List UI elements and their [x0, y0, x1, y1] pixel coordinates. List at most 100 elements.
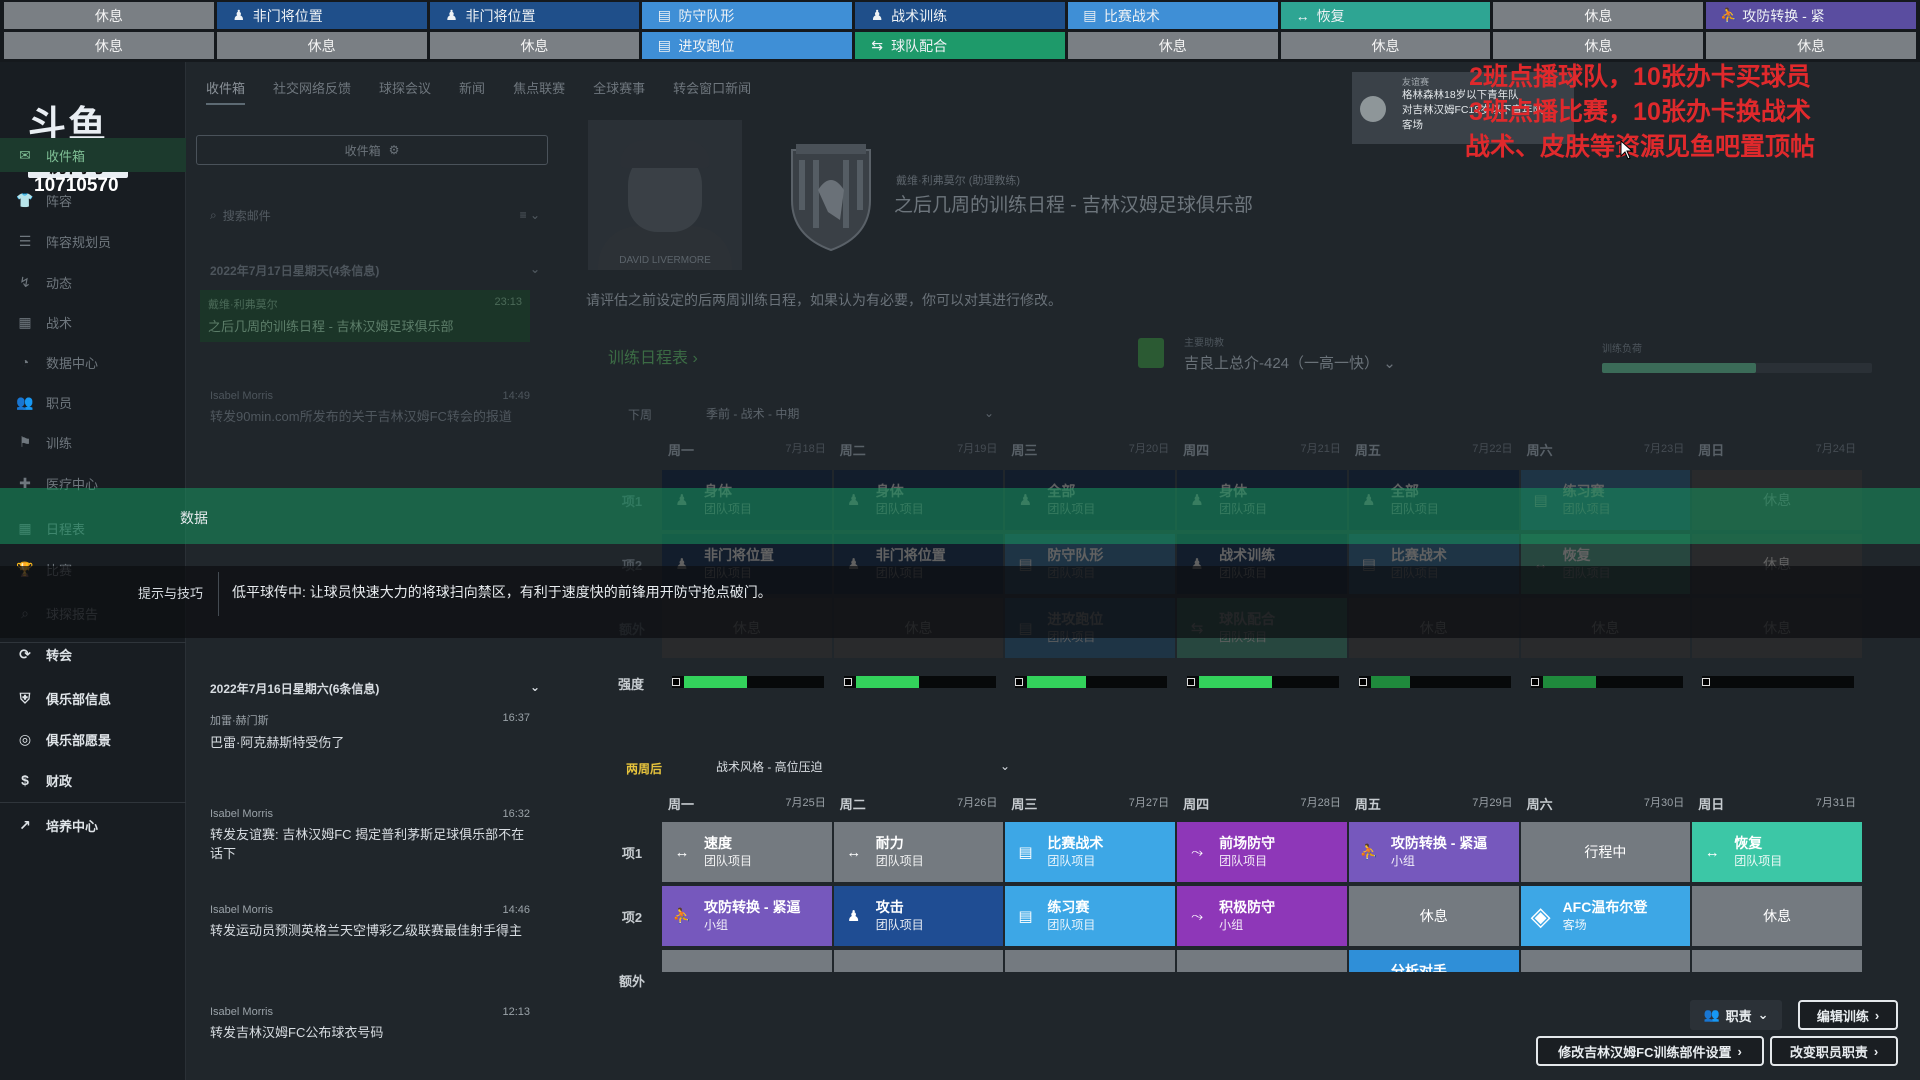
top-schedule-session[interactable]: 休息 — [1493, 32, 1704, 59]
sidebar-item[interactable]: ↗ 培养中心 — [0, 808, 186, 842]
sidebar-item[interactable]: ◎ 俱乐部愿景 — [0, 722, 186, 756]
schedule-link[interactable]: 训练日程表 › — [608, 344, 698, 368]
week2-day-headers: 周一 7月25日 周二 7月26日 周三 7月27日 周四 7月28日 周五 7月29日 周六 7月3… — [662, 794, 1862, 813]
tab-3[interactable]: 新闻 — [459, 78, 485, 105]
message-time: 14:49 — [502, 390, 530, 402]
top-schedule-session[interactable]: ♟ 非门将位置 — [429, 2, 640, 29]
sidebar-divider — [0, 802, 186, 803]
session-cell-rest[interactable]: 休息 — [1348, 886, 1519, 946]
top-schedule-session[interactable]: 休息 — [216, 32, 427, 59]
top-schedule-session[interactable]: 休息 — [1493, 2, 1704, 29]
inbox-button-label: 收件箱 — [344, 143, 381, 158]
top-schedule-session[interactable]: ♟ 非门将位置 — [216, 2, 427, 29]
two-weeks-select[interactable]: 战术风格 - 高位压迫 ⌄ — [712, 754, 1014, 778]
session-cell-rest[interactable]: 休息 — [833, 950, 1004, 972]
top-schedule-session[interactable]: 休息 — [1280, 32, 1491, 59]
session-cell-rest[interactable]: 休息 — [1692, 950, 1862, 972]
top-schedule-session[interactable]: ▤ 比赛战术 — [1067, 2, 1278, 29]
session-cell[interactable]: ⛹ 攻防转换 - 紧逼 小组 — [1348, 822, 1519, 882]
top-schedule-session[interactable]: ↔ 恢复 — [1280, 2, 1491, 29]
sidebar-item[interactable]: $ 财政 — [0, 763, 186, 797]
tab-1[interactable]: 社交网络反馈 — [273, 78, 351, 105]
top-schedule-session[interactable]: ⇆ 球队配合 — [855, 32, 1065, 59]
top-schedule-session[interactable]: ▤ 进攻跑位 — [642, 32, 853, 59]
top-schedule-session-label: 进攻跑位 — [678, 37, 735, 54]
session-cell-rest[interactable]: 休息 — [1177, 950, 1347, 972]
inbox-date-header[interactable]: 2022年7月16日星期六(6条信息) ⌄ — [210, 680, 540, 697]
session-cell-rest[interactable]: 休息 — [1005, 950, 1176, 972]
sidebar-item[interactable]: ✉ 收件箱 — [0, 138, 186, 172]
inbox-subtabs: 收件箱 社交网络反馈 球探会议 新闻 焦点联赛 全球赛事 转会窗口新闻 — [206, 78, 751, 105]
session-name: 非门将位置 — [704, 547, 774, 563]
sidebar-item[interactable]: ◔ 数据中心 — [0, 345, 186, 379]
session-cell-rest[interactable]: 休息 — [1692, 886, 1862, 946]
session-cell[interactable]: ▤ 比赛战术团队项目 — [1005, 822, 1176, 882]
edit-training-button[interactable]: 编辑训练 › — [1798, 1000, 1898, 1030]
tab-6[interactable]: 转会窗口新闻 — [673, 78, 751, 105]
change-staff-role-button[interactable]: 改变职员职责 › — [1770, 1036, 1898, 1066]
day-date: 7月27日 — [1128, 797, 1170, 809]
session-rest-label: 休息 — [1076, 970, 1104, 972]
inbox-message[interactable]: 加雷·赫门斯 16:37 巴雷·阿克赫斯特受伤了 — [210, 712, 530, 752]
session-cell-rest[interactable]: 行程中 — [1520, 822, 1691, 882]
session-cell[interactable]: ↔ 恢复团队项目 — [1692, 822, 1862, 882]
runner-icon: ⛹ — [1720, 7, 1738, 23]
inbox-filter-button[interactable]: 收件箱 ⚙ — [196, 135, 548, 165]
sidebar-item[interactable]: 👥 职员 — [0, 385, 186, 419]
growth-icon: ↗ — [19, 816, 31, 833]
top-schedule-session[interactable]: ⛹ 攻防转换 - 紧 — [1706, 2, 1916, 29]
vision-icon: ◎ — [18, 730, 32, 747]
sidebar-item-label: 转会 — [46, 647, 73, 663]
sidebar-item[interactable]: ⛨ 俱乐部信息 — [0, 681, 186, 715]
filter-icon[interactable]: ≡ ⌄ — [520, 208, 540, 222]
tab-4[interactable]: 焦点联赛 — [513, 78, 565, 105]
inbox-message[interactable]: Isabel Morris 14:49 转发90min.com所发布的关于吉林汉姆F… — [210, 390, 530, 426]
sidebar-item[interactable]: ⚑ 训练 — [0, 425, 186, 459]
session-cell[interactable]: ↔ 速度 团队项目 — [662, 822, 832, 882]
session-cell-rest[interactable]: 休息 — [662, 950, 832, 972]
top-schedule-session-label: 休息 — [94, 37, 123, 54]
top-schedule-session[interactable]: ♟ 战术训练 — [855, 2, 1065, 29]
tab-2[interactable]: 球探会议 — [379, 78, 431, 105]
sidebar-item[interactable]: ↯ 动态 — [0, 265, 186, 299]
modify-training-unit-button[interactable]: 修改吉林汉姆FC训练部件设置 › — [1536, 1036, 1764, 1066]
top-schedule-session[interactable]: 休息 — [1067, 32, 1278, 59]
inbox-message[interactable]: Isabel Morris 14:46 转发运动员预测英格兰天空博彩乙级联赛最佳射手… — [210, 904, 530, 940]
day-name: 周四 — [1183, 443, 1210, 458]
sidebar-item[interactable]: ▦ 战术 — [0, 305, 186, 339]
tab-0[interactable]: 收件箱 — [206, 78, 246, 105]
intensity-bar — [1015, 676, 1168, 688]
sidebar-item-label: 俱乐部信息 — [46, 691, 112, 707]
session-text: 攻防转换 - 紧逼 小组 — [1391, 834, 1487, 870]
role-dropdown[interactable]: 👥 职责 ⌄ — [1690, 1000, 1782, 1030]
next-week-select[interactable]: 季前 - 战术 - 中期 ⌄ — [702, 400, 998, 426]
top-schedule-session[interactable]: 休息 — [429, 32, 640, 59]
sidebar-item[interactable]: 👕 阵容 — [0, 183, 186, 217]
top-schedule-session[interactable]: 休息 — [4, 32, 214, 59]
session-cell[interactable]: ♟ 攻击 团队项目 — [833, 886, 1004, 946]
inbox-message[interactable]: Isabel Morris 16:32 转发友谊赛: 吉林汉姆FC 揭定普利茅斯足球… — [210, 808, 530, 863]
top-schedule-session[interactable]: 休息 — [4, 2, 214, 29]
sidebar-item[interactable]: ☰ 阵容规划员 — [0, 224, 186, 258]
session-cell[interactable]: ⤳ 前场防守 团队项目 — [1177, 822, 1347, 882]
assistant-select[interactable]: 吉良上总介-424（一高一快） ⌄ — [1184, 352, 1396, 373]
inbox-search[interactable]: ⌕ 搜索邮件 ≡ ⌄ — [210, 205, 540, 225]
session-cell-rest[interactable]: 休息 — [1520, 950, 1691, 972]
top-schedule-session[interactable]: ▤ 防守队形 — [642, 2, 853, 29]
staff-icon: 👥 — [1703, 1007, 1720, 1022]
search-input[interactable]: 搜索邮件 — [223, 207, 271, 224]
session-cell[interactable]: ⤳ 积极防守 小组 — [1177, 886, 1347, 946]
session-cell[interactable]: ▤ 练习赛团队项目 — [1005, 886, 1176, 946]
message-from: Isabel Morris — [210, 808, 273, 820]
session-cell[interactable]: ◈ AFC温布尔登 客场 — [1520, 886, 1691, 946]
session-cell[interactable]: ↔ 耐力 团队项目 — [833, 822, 1004, 882]
session-cell[interactable]: ⛹ 攻防转换 - 紧逼 小组 — [662, 886, 832, 946]
top-schedule-session[interactable]: 休息 — [1706, 32, 1916, 59]
inbox-message[interactable]: 戴维·利弗莫尔 23:13 之后几周的训练日程 - 吉林汉姆足球俱乐部 — [200, 290, 530, 342]
session-cell[interactable]: ▤ 分析对手团队项目 — [1348, 950, 1519, 972]
inbox-date-header[interactable]: 2022年7月17日星期天(4条信息) ⌄ — [210, 262, 540, 279]
sidebar-item-label: 战术 — [46, 315, 73, 331]
clipboard-icon: ▤ — [1359, 971, 1379, 972]
inbox-message[interactable]: Isabel Morris 12:13 转发吉林汉姆FC公布球衣号码 — [210, 1006, 530, 1042]
tab-5[interactable]: 全球赛事 — [593, 78, 645, 105]
